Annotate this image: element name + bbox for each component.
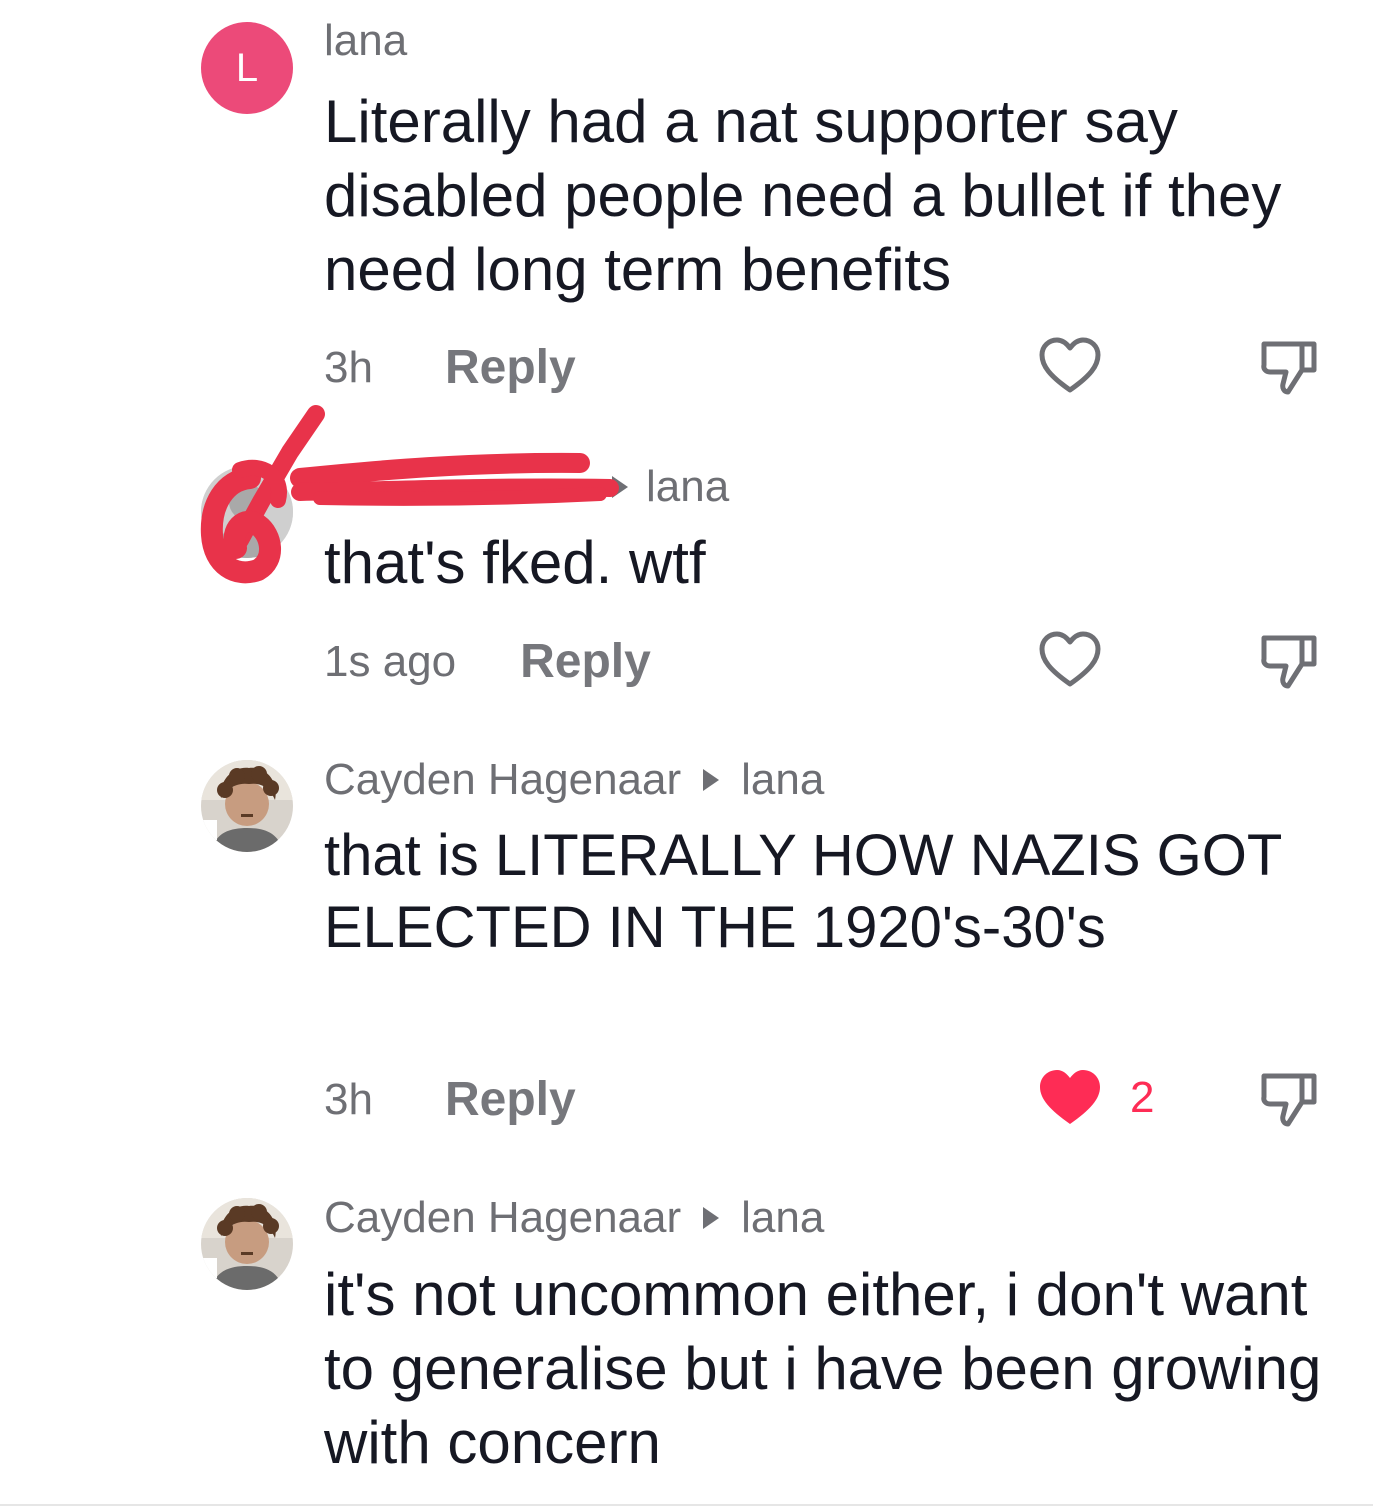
comment-meta: 3h Reply xyxy=(324,340,576,395)
comment-text: that's fked. wtf xyxy=(324,529,706,596)
reply-to-name[interactable]: lana xyxy=(646,462,729,512)
thumbs-down-icon xyxy=(1261,1073,1317,1127)
reply-to-name[interactable]: lana xyxy=(741,755,824,805)
comment-author-line: Cayden Hagenaar lana xyxy=(324,755,824,805)
avatar-image xyxy=(201,760,293,852)
comment-author-line: lana xyxy=(520,462,729,512)
avatar-image xyxy=(201,1198,293,1290)
reply-button[interactable]: Reply xyxy=(445,340,576,395)
dislike-button[interactable] xyxy=(1258,336,1322,403)
comment-author[interactable]: Cayden Hagenaar xyxy=(324,1193,681,1243)
comment-time: 3h xyxy=(324,1074,373,1124)
comment-text: Literally had a nat supporter say disabl… xyxy=(324,88,1282,303)
avatar-letter: L xyxy=(235,45,259,90)
comment-author-line: Cayden Hagenaar lana xyxy=(324,1193,824,1243)
heart-icon xyxy=(1039,337,1101,393)
avatar[interactable] xyxy=(201,466,293,558)
heart-icon xyxy=(1040,1070,1100,1124)
dislike-button[interactable] xyxy=(1258,630,1322,697)
reply-arrow-icon xyxy=(612,476,628,498)
like-button[interactable] xyxy=(1038,630,1102,690)
reply-arrow-icon xyxy=(703,1207,720,1229)
like-button[interactable] xyxy=(1038,336,1102,396)
like-button[interactable]: 2 xyxy=(1038,1068,1154,1128)
thumbs-down-icon xyxy=(1261,341,1317,395)
avatar[interactable]: L xyxy=(201,22,293,114)
avatar[interactable] xyxy=(201,1198,293,1290)
reply-arrow-icon xyxy=(703,769,720,791)
heart-icon xyxy=(1039,631,1101,687)
comment-time: 3h xyxy=(324,342,373,392)
comment-time: 1s ago xyxy=(324,636,457,686)
reply-to-name[interactable]: lana xyxy=(741,1193,824,1243)
comment-meta: 3h Reply xyxy=(324,1072,576,1127)
avatar-image xyxy=(201,466,293,558)
comment-text: that is LITERALLY HOW NAZIS GOT ELECTED … xyxy=(324,823,1282,960)
reply-button[interactable]: Reply xyxy=(445,1072,576,1127)
like-count: 2 xyxy=(1130,1073,1155,1122)
comment-author[interactable]: Cayden Hagenaar xyxy=(324,755,681,805)
reply-button[interactable]: Reply xyxy=(520,634,651,689)
dislike-button[interactable] xyxy=(1258,1068,1322,1135)
thumbs-down-icon xyxy=(1261,635,1317,689)
avatar[interactable] xyxy=(201,760,293,852)
divider xyxy=(0,1504,1373,1506)
comment-author[interactable]: lana xyxy=(324,16,407,66)
comment-meta: 1s ago Reply xyxy=(324,634,651,689)
comment-author-line: lana xyxy=(324,16,407,66)
comment-text: it's not uncommon either, i don't want t… xyxy=(324,1261,1322,1476)
